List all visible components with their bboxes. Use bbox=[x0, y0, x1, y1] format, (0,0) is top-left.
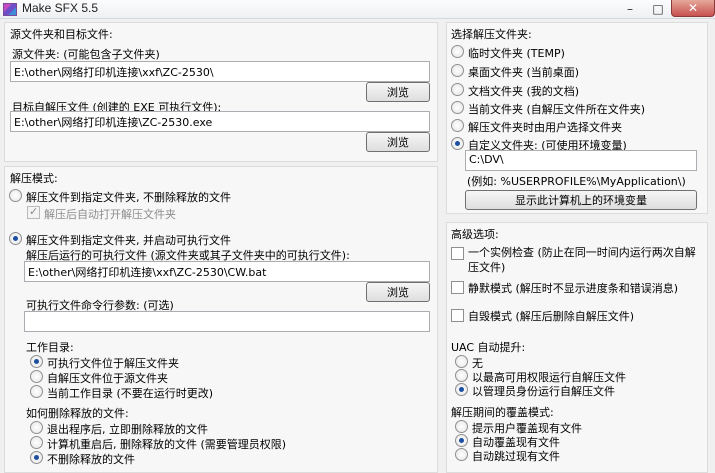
folder-desktop-radio[interactable] bbox=[451, 64, 464, 77]
delete-never-label: 不删除释放的文件 bbox=[47, 453, 135, 466]
source-folder-input[interactable]: E:\other\网络打印机连接\xxf\ZC-2530\ bbox=[10, 61, 430, 82]
delete-exit-radio[interactable] bbox=[30, 421, 43, 434]
delete-reboot-label: 计算机重启后, 删除释放的文件 (需要管理员权限) bbox=[47, 438, 287, 451]
uac-highest-radio[interactable] bbox=[455, 369, 468, 382]
workdir-exe-radio[interactable] bbox=[30, 355, 43, 368]
maximize-button[interactable]: □ bbox=[644, 0, 672, 17]
mode-extract-only-radio[interactable] bbox=[9, 189, 22, 202]
custom-folder-example: (例如: %USERPROFILE%\MyApplication\) bbox=[467, 175, 686, 188]
browse-exe-button[interactable]: 浏览 bbox=[366, 282, 430, 302]
delete-reboot-radio[interactable] bbox=[30, 436, 43, 449]
folder-user-choose-radio[interactable] bbox=[451, 119, 464, 132]
source-section-title: 源文件夹和目标文件: bbox=[10, 28, 113, 41]
args-input[interactable] bbox=[24, 311, 430, 332]
workdir-title: 工作目录: bbox=[26, 341, 74, 354]
overwrite-title: 解压期间的覆盖模式: bbox=[451, 406, 554, 419]
extract-folder-title: 选择解压文件夹: bbox=[451, 28, 532, 41]
delete-never-radio[interactable] bbox=[30, 451, 43, 464]
uac-title: UAC 自动提升: bbox=[451, 341, 526, 354]
folder-temp-label: 临时文件夹 (TEMP) bbox=[468, 47, 565, 60]
uac-admin-label: 以管理员身份运行自解压文件 bbox=[472, 385, 615, 398]
show-env-vars-button[interactable]: 显示此计算机上的环境变量 bbox=[465, 190, 697, 210]
workdir-sfx-radio[interactable] bbox=[30, 370, 43, 383]
workdir-exe-label: 可执行文件位于解压文件夹 bbox=[47, 357, 179, 370]
overwrite-auto-radio[interactable] bbox=[455, 434, 468, 447]
silent-mode-checkbox[interactable] bbox=[451, 281, 464, 294]
uac-admin-radio[interactable] bbox=[455, 383, 468, 396]
window-title: Make SFX 5.5 bbox=[22, 1, 99, 15]
single-instance-label-cont: 压文件) bbox=[468, 261, 506, 274]
advanced-title: 高级选项: bbox=[451, 228, 499, 241]
single-instance-checkbox[interactable] bbox=[451, 247, 464, 260]
source-folder-label: 源文件夹: (可能包含子文件夹) bbox=[12, 48, 160, 61]
exe-file-input[interactable]: E:\other\网络打印机连接\xxf\ZC-2530\CW.bat bbox=[24, 261, 430, 282]
silent-mode-label: 静默模式 (解压时不显示进度条和错误消息) bbox=[468, 282, 679, 295]
target-file-input[interactable]: E:\other\网络打印机连接\ZC-2530.exe bbox=[10, 111, 430, 132]
folder-custom-radio[interactable] bbox=[451, 137, 464, 150]
overwrite-prompt-radio[interactable] bbox=[455, 420, 468, 433]
delete-title: 如何删除释放的文件: bbox=[26, 407, 129, 420]
folder-documents-label: 文档文件夹 (我的文档) bbox=[468, 85, 580, 98]
overwrite-skip-label: 自动跳过现有文件 bbox=[472, 450, 560, 463]
open-after-label: 解压后自动打开解压文件夹 bbox=[44, 208, 176, 221]
self-destruct-checkbox[interactable] bbox=[451, 309, 464, 322]
workdir-sfx-label: 自解压文件位于源文件夹 bbox=[47, 372, 168, 385]
uac-none-radio[interactable] bbox=[455, 355, 468, 368]
minimize-button[interactable]: – bbox=[616, 0, 644, 17]
self-destruct-label: 自毁模式 (解压后删除自解压文件) bbox=[468, 310, 635, 323]
folder-current-radio[interactable] bbox=[451, 101, 464, 114]
browse-source-button[interactable]: 浏览 bbox=[366, 82, 430, 102]
browse-target-button[interactable]: 浏览 bbox=[366, 132, 430, 152]
folder-current-label: 当前文件夹 (自解压文件所在文件夹) bbox=[468, 103, 646, 116]
folder-user-choose-label: 解压文件夹时由用户选择文件夹 bbox=[468, 121, 622, 134]
mode-extract-run-label: 解压文件到指定文件夹, 并启动可执行文件 bbox=[26, 234, 231, 247]
folder-desktop-label: 桌面文件夹 (当前桌面) bbox=[468, 66, 580, 79]
overwrite-skip-radio[interactable] bbox=[455, 448, 468, 461]
workdir-current-radio[interactable] bbox=[30, 385, 43, 398]
custom-folder-input[interactable]: C:\DV\ bbox=[465, 150, 697, 171]
close-button[interactable]: ✕ bbox=[671, 0, 715, 17]
mode-section-title: 解压模式: bbox=[10, 172, 58, 185]
app-icon bbox=[3, 3, 17, 16]
single-instance-label: 一个实例检查 (防止在同一时间内运行两次自解 bbox=[468, 246, 696, 259]
title-bar: Make SFX 5.5 – □ ✕ bbox=[0, 0, 715, 19]
folder-documents-radio[interactable] bbox=[451, 83, 464, 96]
delete-exit-label: 退出程序后, 立即删除释放的文件 bbox=[47, 423, 208, 436]
mode-extract-only-label: 解压文件到指定文件夹, 不删除释放的文件 bbox=[26, 191, 231, 204]
folder-temp-radio[interactable] bbox=[451, 45, 464, 58]
open-after-checkbox[interactable]: ✓ bbox=[27, 205, 40, 219]
workdir-current-label: 当前工作目录 (不要在运行时更改) bbox=[47, 387, 214, 400]
mode-extract-run-radio[interactable] bbox=[9, 232, 22, 245]
check-mark-icon: ✓ bbox=[29, 205, 39, 218]
